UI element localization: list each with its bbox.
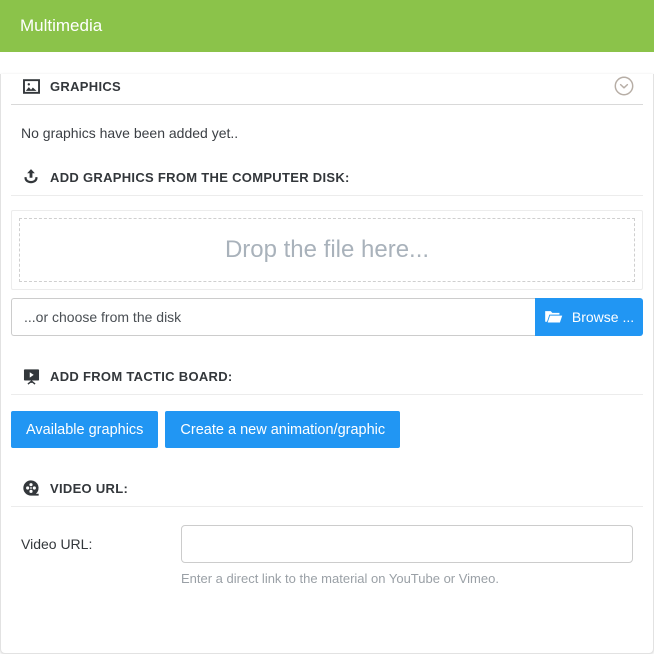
file-dropzone[interactable]: Drop the file here... (11, 210, 643, 290)
folder-open-icon (544, 309, 563, 325)
upload-section-header: ADD GRAPHICS FROM THE COMPUTER DISK: (1, 165, 653, 189)
create-animation-button[interactable]: Create a new animation/graphic (165, 411, 400, 448)
multimedia-panel: GRAPHICS No graphics have been added yet… (0, 74, 654, 654)
graphics-section-title: GRAPHICS (50, 79, 121, 94)
file-dropzone-inner: Drop the file here... (19, 218, 635, 282)
video-section-title: VIDEO URL: (50, 481, 128, 496)
image-icon (21, 76, 41, 96)
file-path-input[interactable] (11, 298, 535, 336)
chevron-circle-down-icon[interactable] (613, 75, 635, 97)
video-url-label: Video URL: (21, 536, 181, 552)
dropzone-text: Drop the file here... (225, 236, 429, 264)
video-url-form-row: Video URL: (21, 525, 633, 563)
divider (11, 394, 643, 395)
film-reel-icon (21, 478, 41, 498)
tactic-board-icon (21, 366, 41, 386)
graphics-section-header: GRAPHICS (1, 74, 653, 98)
upload-icon (21, 167, 41, 187)
video-url-helper-text: Enter a direct link to the material on Y… (181, 571, 633, 586)
divider (11, 104, 643, 105)
divider (11, 506, 643, 507)
browse-button-label: Browse ... (572, 309, 634, 325)
upload-section-title: ADD GRAPHICS FROM THE COMPUTER DISK: (50, 170, 350, 185)
video-url-input[interactable] (181, 525, 633, 563)
panel-header: Multimedia (0, 0, 654, 52)
panel-title: Multimedia (20, 16, 102, 36)
graphics-empty-message: No graphics have been added yet.. (21, 125, 633, 141)
file-choose-row: Browse ... (11, 298, 643, 336)
tactic-buttons-row: Available graphics Create a new animatio… (11, 411, 643, 448)
tactic-section-title: ADD FROM TACTIC BOARD: (50, 369, 233, 384)
available-graphics-button[interactable]: Available graphics (11, 411, 158, 448)
tactic-section-header: ADD FROM TACTIC BOARD: (1, 364, 653, 388)
browse-button[interactable]: Browse ... (535, 298, 643, 336)
video-section-header: VIDEO URL: (1, 476, 653, 500)
divider (11, 195, 643, 196)
